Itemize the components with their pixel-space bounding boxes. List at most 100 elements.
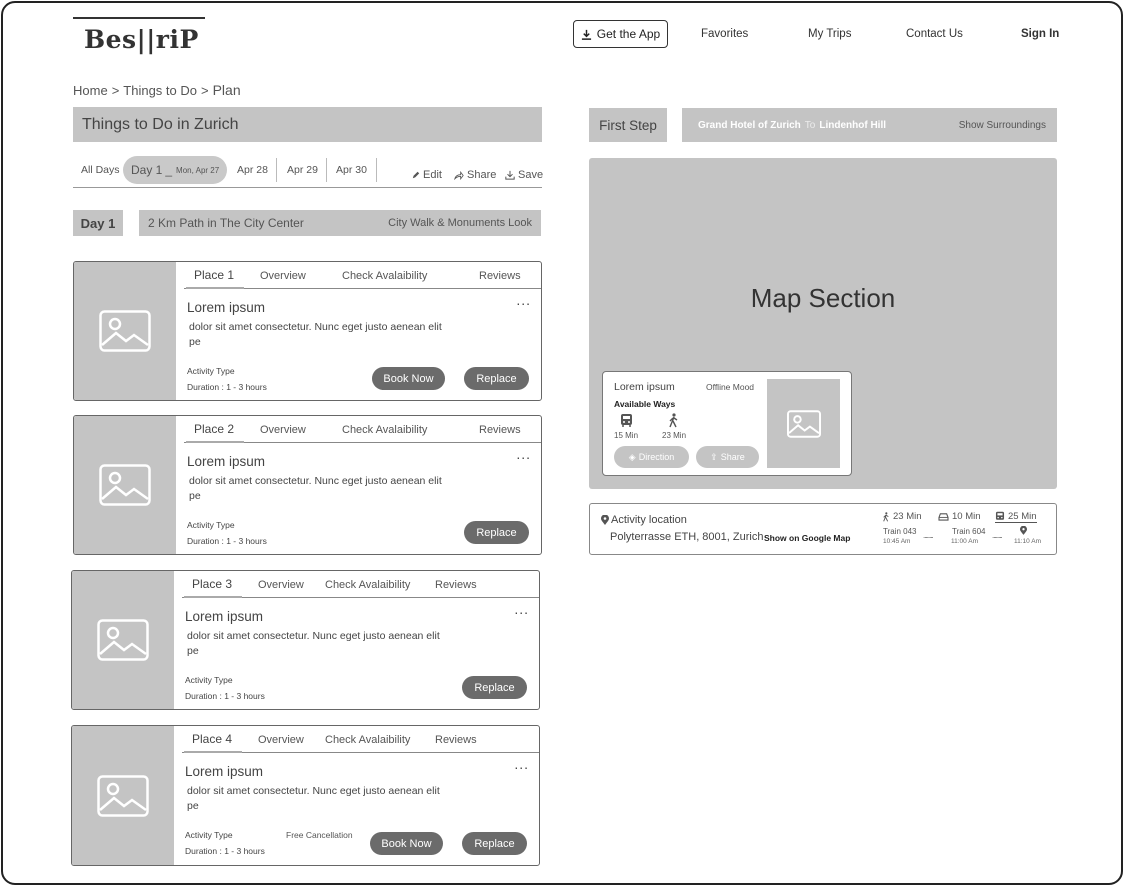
breadcrumb: Home > Things to Do > Plan xyxy=(73,82,241,98)
tab-active-indicator xyxy=(186,441,244,443)
walk-icon xyxy=(669,413,678,428)
tab-reviews[interactable]: Reviews xyxy=(435,579,477,591)
place-card: Place 2 Overview Check Avalaibility Revi… xyxy=(73,415,542,555)
edit-button[interactable]: Edit xyxy=(412,169,442,181)
tab-overview[interactable]: Overview xyxy=(260,270,306,282)
more-icon[interactable]: ... xyxy=(514,756,529,772)
tab-apr-29[interactable]: Apr 29 xyxy=(287,156,318,184)
tab-divider xyxy=(376,158,377,182)
sign-in-link[interactable]: Sign In xyxy=(1021,28,1059,40)
nav-my-trips[interactable]: My Trips xyxy=(808,28,851,40)
place-name: Lorem ipsum xyxy=(187,454,266,469)
tab-place[interactable]: Place 4 xyxy=(192,732,232,746)
place-description: dolor sit amet consectetur. Nunc eget ju… xyxy=(187,630,440,657)
map-card-image xyxy=(767,379,840,468)
tab-all-days[interactable]: All Days xyxy=(81,156,120,184)
logo[interactable]: Bes||riP xyxy=(73,17,205,57)
direction-label: Direction xyxy=(638,452,675,462)
day-path: 2 Km Path in The City Center xyxy=(148,216,304,230)
place-tabs: Place 4 Overview Check Avalaibility Revi… xyxy=(182,726,539,753)
replace-button[interactable]: Replace xyxy=(464,367,529,390)
book-now-button[interactable]: Book Now xyxy=(372,367,445,390)
place-card: Place 1 Overview Check Avalaibility Revi… xyxy=(73,261,542,401)
place-tabs: Place 1 Overview Check Avalaibility Revi… xyxy=(184,262,541,289)
replace-button[interactable]: Replace xyxy=(462,676,527,699)
app-window: Bes||riP Get the App Favorites My Trips … xyxy=(1,1,1123,885)
edit-label: Edit xyxy=(423,169,442,181)
share-map-button[interactable]: ⇪ Share xyxy=(696,446,759,468)
tab-day-1[interactable]: Day 1 _ Mon, Apr 27 xyxy=(123,156,228,184)
route-dots: ........ xyxy=(992,531,1003,540)
more-icon[interactable]: ... xyxy=(514,601,529,617)
activity-location-panel: Activity location Polyterrasse ETH, 8001… xyxy=(589,503,1057,555)
place-name: Lorem ipsum xyxy=(187,300,266,315)
tab-check-availability[interactable]: Check Avalaibility xyxy=(342,270,427,282)
share-button[interactable]: Share xyxy=(454,169,496,181)
book-now-button[interactable]: Book Now xyxy=(370,832,443,855)
tab-reviews[interactable]: Reviews xyxy=(479,270,521,282)
tab-apr-28[interactable]: Apr 28 xyxy=(237,156,268,184)
route-to: Lindenhof Hill xyxy=(819,119,886,131)
activity-type: Activity Type xyxy=(187,520,235,530)
show-surroundings-link[interactable]: Show Surroundings xyxy=(959,120,1046,131)
location-pin-icon xyxy=(601,515,609,525)
more-icon[interactable]: ... xyxy=(516,446,531,462)
tab-place[interactable]: Place 3 xyxy=(192,577,232,591)
map-info-card: Lorem ipsum Offline Mood Available Ways … xyxy=(602,371,852,476)
duration: Duration : 1 - 3 hours xyxy=(185,846,265,856)
pencil-icon xyxy=(412,171,420,179)
activity-type: Activity Type xyxy=(187,366,235,376)
walk-option[interactable]: 23 Min xyxy=(882,511,922,522)
page-title: Things to Do in Zurich xyxy=(73,107,542,142)
share-label: Share xyxy=(467,169,497,181)
direction-button[interactable]: ◈ Direction xyxy=(614,446,689,468)
place-card: Place 4 Overview Check Avalaibility Revi… xyxy=(71,725,540,866)
train-time: 25 Min xyxy=(1008,511,1037,522)
time-3: 11:10 Am xyxy=(1014,538,1041,545)
train-option[interactable]: 25 Min xyxy=(995,511,1037,523)
tab-overview[interactable]: Overview xyxy=(258,734,304,746)
save-button[interactable]: Save xyxy=(505,169,543,181)
tab-day-1-date: Mon, Apr 27 xyxy=(176,165,220,175)
train-2: Train 604 xyxy=(952,527,986,536)
walk-icon xyxy=(883,511,889,522)
tab-active-indicator xyxy=(184,751,242,753)
car-icon xyxy=(938,513,949,521)
nav-favorites[interactable]: Favorites xyxy=(701,28,748,40)
replace-button[interactable]: Replace xyxy=(462,832,527,855)
tab-apr-30[interactable]: Apr 30 xyxy=(336,156,367,184)
first-step-label: First Step xyxy=(589,108,667,142)
tab-overview[interactable]: Overview xyxy=(258,579,304,591)
route-bar: Grand Hotel of Zurich To Lindenhof Hill … xyxy=(682,108,1057,142)
breadcrumb-home[interactable]: Home xyxy=(73,83,108,98)
place-image xyxy=(74,262,176,400)
place-tabs: Place 3 Overview Check Avalaibility Revi… xyxy=(182,571,539,598)
car-option[interactable]: 10 Min xyxy=(938,511,981,522)
tab-check-availability[interactable]: Check Avalaibility xyxy=(342,424,427,436)
show-google-map-link[interactable]: Show on Google Map xyxy=(764,533,850,543)
day-tabs: All Days Day 1 _ Mon, Apr 27 Apr 28 Apr … xyxy=(73,156,543,188)
place-tabs: Place 2 Overview Check Avalaibility Revi… xyxy=(184,416,541,443)
share-map-label: Share xyxy=(720,452,745,462)
tab-check-availability[interactable]: Check Avalaibility xyxy=(325,579,410,591)
route-to-word: To xyxy=(804,119,816,131)
duration: Duration : 1 - 3 hours xyxy=(187,536,267,546)
nav-contact-us[interactable]: Contact Us xyxy=(906,28,963,40)
tab-place[interactable]: Place 2 xyxy=(194,422,234,436)
tab-check-availability[interactable]: Check Avalaibility xyxy=(325,734,410,746)
tab-place[interactable]: Place 1 xyxy=(194,268,234,282)
activity-location-label: Activity location xyxy=(611,514,687,526)
day-theme: City Walk & Monuments Look xyxy=(388,217,532,229)
destination-pin-icon xyxy=(1020,526,1027,535)
replace-button[interactable]: Replace xyxy=(464,521,529,544)
tab-day-1-label: Day 1 xyxy=(131,163,163,177)
get-app-button[interactable]: Get the App xyxy=(573,20,668,48)
tab-active-indicator xyxy=(186,287,244,289)
map-section[interactable]: Map Section Lorem ipsum Offline Mood Ava… xyxy=(589,158,1057,489)
breadcrumb-things[interactable]: Things to Do xyxy=(123,83,197,98)
tab-overview[interactable]: Overview xyxy=(260,424,306,436)
tab-reviews[interactable]: Reviews xyxy=(479,424,521,436)
tab-reviews[interactable]: Reviews xyxy=(435,734,477,746)
more-icon[interactable]: ... xyxy=(516,292,531,308)
map-title: Map Section xyxy=(750,283,896,313)
